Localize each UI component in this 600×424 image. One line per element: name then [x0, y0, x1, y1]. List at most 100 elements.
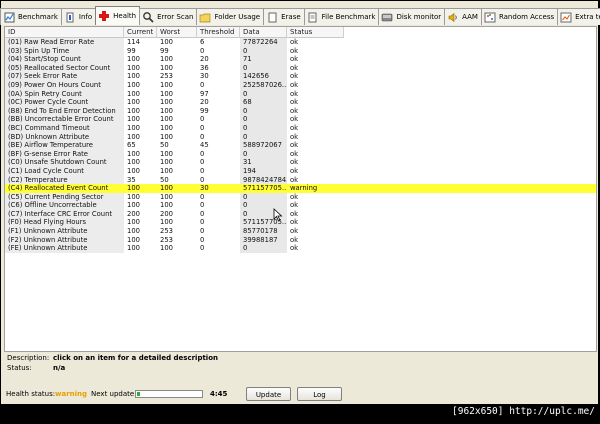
- table-row[interactable]: (C5) Current Pending Sector 100 100 0 0 ok: [5, 192, 596, 202]
- worst-value: 100: [160, 115, 173, 124]
- attribute-id: (C5) Current Pending Sector: [5, 192, 124, 202]
- table-row[interactable]: (0A) Spin Retry Count 100 100 97 0 ok: [5, 89, 596, 99]
- threshold-value: 0: [200, 166, 205, 175]
- status-value: ok: [290, 244, 299, 253]
- current-value: 100: [127, 115, 140, 124]
- column-header-threshold[interactable]: Threshold: [197, 27, 240, 38]
- worst-value: 50: [160, 141, 169, 150]
- log-button[interactable]: Log: [297, 387, 342, 401]
- threshold-value: 20: [200, 55, 209, 64]
- attribute-id: (BB) Uncorrectable Error Count: [5, 115, 124, 124]
- tab-extra-tests[interactable]: Extra tests: [557, 8, 600, 25]
- column-header-id[interactable]: ID: [5, 27, 124, 38]
- table-row[interactable]: (C6) Offline Uncorrectable 100 100 0 0 ok: [5, 201, 596, 210]
- disk-monitor-icon: [381, 11, 393, 23]
- table-row[interactable]: (C2) Temperature 35 50 0 98784247843 ok: [5, 175, 596, 185]
- attribute-id: (F2) Unknown Attribute: [5, 235, 124, 245]
- attribute-id: (C2) Temperature: [5, 175, 124, 185]
- table-row[interactable]: (C7) Interface CRC Error Count 200 200 0 0 ok: [5, 209, 596, 219]
- table-row[interactable]: (C0) Unsafe Shutdown Count 100 100 0 31 ok: [5, 158, 596, 167]
- status-value: ok: [290, 158, 299, 167]
- tab-error-scan[interactable]: Error Scan: [139, 8, 198, 25]
- threshold-value: 0: [200, 244, 205, 253]
- next-update-label: Next update:: [91, 390, 137, 398]
- tab-label: Random Access: [498, 13, 555, 21]
- table-row[interactable]: (FE) Unknown Attribute 100 100 0 0 ok: [5, 244, 596, 253]
- current-value: 100: [127, 132, 140, 141]
- worst-value: 100: [160, 80, 173, 89]
- attribute-id: (04) Start/Stop Count: [5, 55, 124, 64]
- table-row[interactable]: (B8) End To End Error Detection 100 100 99 0…: [5, 106, 596, 116]
- table-row[interactable]: (0C) Power Cycle Count 100 100 20 68 ok: [5, 98, 596, 107]
- column-header-data[interactable]: Data: [240, 27, 287, 38]
- tab-label: Info: [78, 13, 93, 21]
- worst-value: 100: [160, 89, 173, 98]
- column-header-worst[interactable]: Worst: [157, 27, 197, 38]
- threshold-value: 0: [200, 201, 205, 210]
- attribute-id: (BE) Airflow Temperature: [5, 141, 124, 150]
- table-row[interactable]: (F2) Unknown Attribute 100 253 0 39988187 ok: [5, 235, 596, 245]
- tab-erase[interactable]: Erase: [263, 8, 305, 25]
- progress-fill: [137, 392, 140, 396]
- table-row[interactable]: (F1) Unknown Attribute 100 253 0 85770178 ok: [5, 227, 596, 236]
- current-value: 114: [127, 38, 140, 46]
- file-benchmark-icon: [307, 11, 319, 23]
- tab-health[interactable]: Health: [95, 6, 141, 25]
- tab-label: Disk monitor: [396, 13, 442, 21]
- table-row[interactable]: (04) Start/Stop Count 100 100 20 71 ok: [5, 55, 596, 64]
- raw-data: 98784247843: [240, 175, 287, 185]
- raw-data: 0: [240, 244, 287, 253]
- tab-file-benchmark[interactable]: File Benchmark: [303, 8, 380, 25]
- table-row[interactable]: (07) Seek Error Rate 100 253 30 142656 ok: [5, 72, 596, 81]
- table-row[interactable]: (01) Raw Read Error Rate 114 100 6 77872264 o…: [5, 38, 596, 47]
- tab-benchmark[interactable]: Benchmark: [0, 8, 62, 25]
- current-value: 99: [127, 46, 136, 55]
- worst-value: 100: [160, 201, 173, 210]
- threshold-value: 0: [200, 235, 205, 244]
- worst-value: 100: [160, 55, 173, 64]
- current-value: 100: [127, 80, 140, 89]
- table-row[interactable]: (BD) Unknown Attribute 100 100 0 0 ok: [5, 132, 596, 142]
- table-row[interactable]: (BC) Command Timeout 100 100 0 0 ok: [5, 123, 596, 133]
- health-status-label: Health status:: [6, 390, 56, 398]
- column-header-status[interactable]: Status: [287, 27, 344, 38]
- worst-value: 253: [160, 72, 173, 81]
- tab-random-access[interactable]: Random Access: [480, 8, 559, 25]
- table-row[interactable]: (BB) Uncorrectable Error Count 100 100 0 0 ok: [5, 115, 596, 124]
- tab-info[interactable]: Info: [60, 8, 97, 25]
- table-row[interactable]: (F0) Head Flying Hours 100 100 0 571157705..…: [5, 218, 596, 228]
- attribute-id: (C1) Load Cycle Count: [5, 166, 124, 176]
- column-header-current[interactable]: Current: [124, 27, 157, 38]
- current-value: 100: [127, 244, 140, 253]
- worst-value: 100: [160, 123, 173, 132]
- tab-disk-monitor[interactable]: Disk monitor: [378, 8, 446, 25]
- raw-data: 0: [240, 132, 287, 142]
- threshold-value: 0: [200, 46, 205, 55]
- status-value: warning: [290, 184, 318, 193]
- table-row[interactable]: (09) Power On Hours Count 100 100 0 25258702…: [5, 80, 596, 90]
- extra-tests-icon: [560, 11, 572, 23]
- app-window: Benchmark Info Health Error Scan Folder Usag…: [0, 1, 600, 404]
- tab-aam[interactable]: AAM: [444, 8, 482, 25]
- raw-data: 252587026...: [240, 80, 287, 90]
- status-label: Status:: [7, 364, 32, 372]
- update-button[interactable]: Update: [246, 387, 291, 401]
- raw-data: 0: [240, 89, 287, 99]
- tab-folder-usage[interactable]: Folder Usage: [196, 8, 265, 25]
- table-row[interactable]: (C1) Load Cycle Count 100 100 0 194 ok: [5, 166, 596, 176]
- table-row[interactable]: (BF) G-sense Error Rate 100 100 0 0 ok: [5, 149, 596, 159]
- threshold-value: 45: [200, 141, 209, 150]
- table-row[interactable]: (03) Spin Up Time 99 99 0 0 ok: [5, 46, 596, 56]
- table-row[interactable]: (C4) Reallocated Event Count 100 100 30 5711…: [5, 184, 596, 193]
- status-value: ok: [290, 175, 299, 184]
- threshold-value: 0: [200, 80, 205, 89]
- table-row[interactable]: (BE) Airflow Temperature 65 50 45 588972067 o…: [5, 141, 596, 150]
- threshold-value: 6: [200, 38, 205, 46]
- worst-value: 100: [160, 158, 173, 167]
- benchmark-icon: [3, 11, 15, 23]
- attribute-id: (C0) Unsafe Shutdown Count: [5, 158, 124, 167]
- threshold-value: 0: [200, 209, 205, 218]
- worst-value: 100: [160, 166, 173, 175]
- table-row[interactable]: (05) Reallocated Sector Count 100 100 36 0 ok: [5, 63, 596, 73]
- attribute-id: (0A) Spin Retry Count: [5, 89, 124, 99]
